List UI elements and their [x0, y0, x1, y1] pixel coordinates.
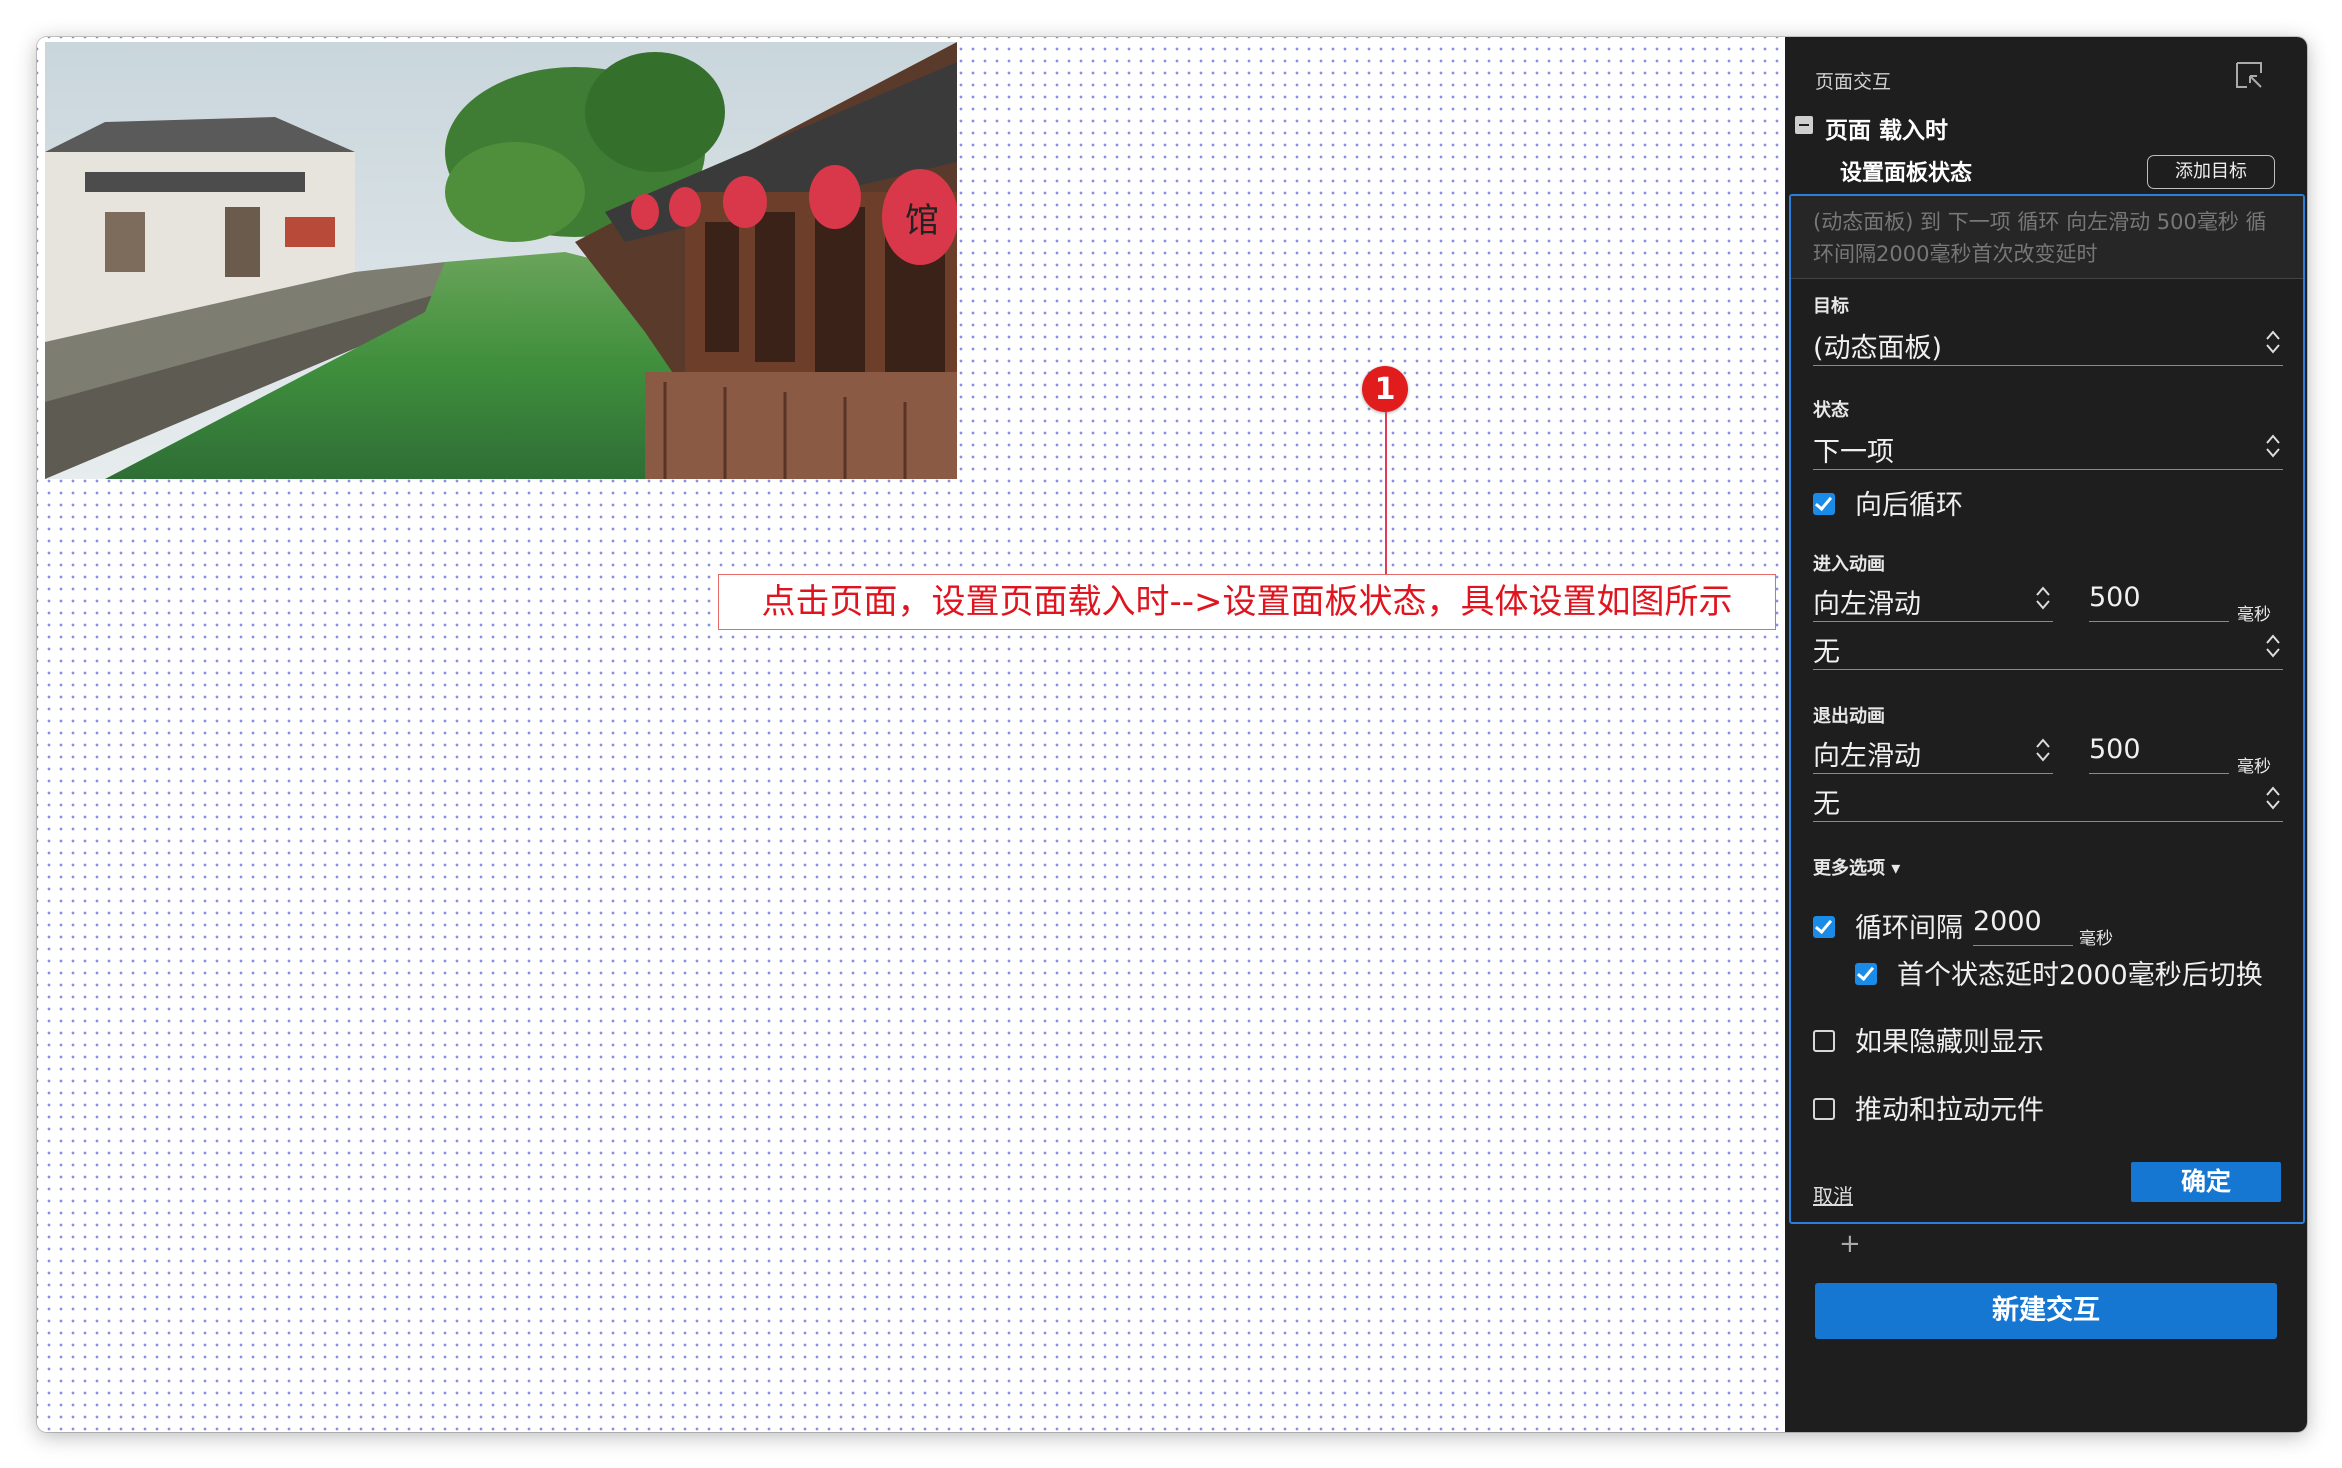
event-label[interactable]: 页面 载入时 [1825, 111, 1948, 145]
cancel-link[interactable]: 取消 [1813, 1180, 1853, 1209]
enter-animation-select[interactable]: 向左滑动 [1813, 582, 2053, 622]
first-delay-label: 首个状态延时2000毫秒后切换 [1897, 960, 2263, 991]
enter-duration-unit: 毫秒 [2237, 605, 2271, 625]
svg-text:馆: 馆 [905, 201, 939, 241]
add-target-button[interactable]: 添加目标 [2147, 155, 2275, 189]
confirm-button[interactable]: 确定 [2131, 1162, 2281, 1202]
state-label: 状态 [1813, 400, 1849, 421]
design-canvas[interactable]: 馆 1 点击页面，设置页面载入时-->设置面板状态，具体设置如图所示 [37, 37, 1785, 1432]
enter-duration-input[interactable]: 500 [2089, 582, 2229, 622]
action-editor: (动态面板) 到 下一项 循环 向左滑动 500毫秒 循环间隔2000毫秒首次改… [1789, 194, 2305, 1224]
enter-animation-label: 进入动画 [1813, 554, 1885, 575]
target-select[interactable]: (动态面板) [1813, 326, 2283, 366]
repeat-interval-input[interactable]: 2000 [1973, 906, 2073, 946]
repeat-interval-unit: 毫秒 [2079, 929, 2113, 949]
more-options-toggle[interactable]: 更多选项 ▾ [1813, 854, 1900, 880]
wrap-checkbox[interactable] [1813, 493, 1835, 515]
exit-animation-label: 退出动画 [1813, 706, 1885, 727]
action-label[interactable]: 设置面板状态 [1840, 155, 1972, 187]
action-summary-box: (动态面板) 到 下一项 循环 向左滑动 500毫秒 循环间隔2000毫秒首次改… [1791, 196, 2303, 279]
show-if-hidden-checkbox[interactable] [1813, 1030, 1835, 1052]
select-arrows-icon [2266, 786, 2280, 810]
exit-duration-unit: 毫秒 [2237, 757, 2271, 777]
push-pull-checkbox[interactable] [1813, 1098, 1835, 1120]
new-interaction-button[interactable]: 新建交互 [1815, 1283, 2277, 1339]
exit-duration-input[interactable]: 500 [2089, 734, 2229, 774]
target-value: (动态面板) [1813, 333, 1943, 364]
show-if-hidden-label: 如果隐藏则显示 [1855, 1027, 2044, 1058]
select-arrows-icon [2266, 330, 2280, 354]
exit-easing-value: 无 [1813, 789, 1840, 820]
select-arrows-icon [2036, 738, 2050, 762]
select-arrows-icon [2266, 634, 2280, 658]
add-action-button[interactable]: + [1839, 1229, 1861, 1259]
select-arrows-icon [2036, 586, 2050, 610]
wrap-label: 向后循环 [1855, 490, 1963, 521]
step-marker-number: 1 [1374, 371, 1396, 407]
enter-animation-value: 向左滑动 [1813, 589, 1921, 620]
enter-easing-select[interactable]: 无 [1813, 630, 2283, 670]
repeat-checkbox[interactable] [1813, 916, 1835, 938]
annotation-callout: 点击页面，设置页面载入时-->设置面板状态，具体设置如图所示 [718, 574, 1776, 630]
collapse-event-icon[interactable] [1795, 116, 1813, 134]
first-delay-checkbox[interactable] [1855, 963, 1877, 985]
exit-easing-select[interactable]: 无 [1813, 782, 2283, 822]
action-summary: (动态面板) 到 下一项 循环 向左滑动 500毫秒 循环间隔2000毫秒首次改… [1813, 210, 2267, 266]
collapse-panel-icon[interactable] [2235, 61, 2263, 89]
select-arrows-icon [2266, 434, 2280, 458]
canal-town-image[interactable]: 馆 [45, 42, 957, 479]
exit-animation-value: 向左滑动 [1813, 741, 1921, 772]
app-window: 馆 1 点击页面，设置页面载入时-->设置面板状态，具体设置如图所示 页面交互 [37, 37, 2307, 1432]
panel-title: 页面交互 [1815, 71, 1892, 93]
interaction-panel: 页面交互 页面 载入时 设置面板状态 添加目标 (动态面板) 到 下一项 循环 … [1785, 37, 2307, 1432]
target-label: 目标 [1813, 296, 1849, 317]
enter-easing-value: 无 [1813, 637, 1840, 668]
state-value: 下一项 [1813, 437, 1894, 468]
step-marker: 1 [1362, 366, 1408, 412]
exit-animation-select[interactable]: 向左滑动 [1813, 734, 2053, 774]
repeat-label: 循环间隔 [1855, 913, 1963, 944]
state-select[interactable]: 下一项 [1813, 430, 2283, 470]
push-pull-label: 推动和拉动元件 [1855, 1095, 2044, 1126]
